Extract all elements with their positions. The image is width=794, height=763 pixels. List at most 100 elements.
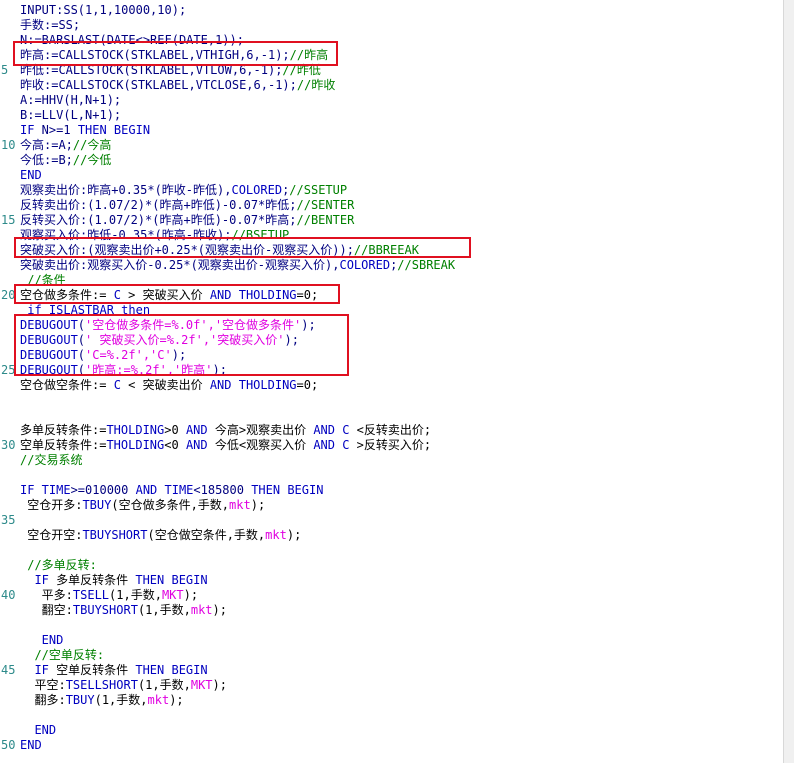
- highlight-box-kongcang-zuoduo: [14, 284, 340, 304]
- code-line[interactable]: 昨收:=CALLSTOCK(STKLABEL,VTCLOSE,6,-1);//昨…: [0, 78, 784, 93]
- code-line[interactable]: IF TIME>=010000 AND TIME<185800 THEN BEG…: [0, 483, 784, 498]
- code-token: mkt: [147, 693, 170, 707]
- code-token: TBUYSHORT: [82, 528, 148, 542]
- code-line[interactable]: 观察卖出价:昨高+0.35*(昨收-昨低),COLORED;//SSETUP: [0, 183, 784, 198]
- code-line[interactable]: 反转卖出价:(1.07/2)*(昨高+昨低)-0.07*昨低;//SENTER: [0, 198, 784, 213]
- code-line[interactable]: [0, 393, 784, 408]
- code-text: 平多:TSELL(1,手数,MKT);: [20, 588, 198, 603]
- code-text: 突破卖出价:观察买入价-0.25*(观察卖出价-观察买入价),COLORED;/…: [20, 258, 455, 273]
- code-line[interactable]: 10 今高:=A;//今高: [0, 138, 784, 153]
- code-token: (1,手数,: [94, 693, 148, 707]
- code-text: END: [20, 633, 64, 648]
- code-editor[interactable]: INPUT:SS(1,1,10000,10); 手数:=SS; N:=BARSLAS…: [0, 0, 784, 763]
- code-line[interactable]: 45 IF 空单反转条件 THEN BEGIN: [0, 663, 784, 678]
- code-token: THOLDING: [106, 423, 165, 437]
- code-token: < 突破卖出价: [120, 378, 210, 392]
- code-token: MKT: [161, 588, 184, 602]
- code-token: >0: [164, 423, 186, 437]
- code-token: 空单反转条件:=: [20, 438, 107, 452]
- code-token: (1,手数,: [137, 603, 191, 617]
- code-token: TBUYSHORT: [72, 603, 138, 617]
- code-token: END: [20, 738, 42, 752]
- code-token: //交易系统: [20, 453, 83, 467]
- code-token: B:=LLV(L,N+1);: [20, 108, 122, 122]
- code-line[interactable]: 40 平多:TSELL(1,手数,MKT);: [0, 588, 784, 603]
- code-line[interactable]: IF N>=1 THEN BEGIN: [0, 123, 784, 138]
- code-token: );: [286, 528, 302, 542]
- code-token: 平空:: [20, 678, 66, 692]
- code-token: mkt: [265, 528, 287, 542]
- code-line[interactable]: [0, 408, 784, 423]
- code-line[interactable]: //空单反转:: [0, 648, 784, 663]
- code-line[interactable]: 空仓做空条件:= C < 突破卖出价 AND THOLDING=0;: [0, 378, 784, 393]
- code-token: 今低<观察买入价: [207, 438, 314, 452]
- code-token: 空仓做空条件:=: [20, 378, 114, 392]
- code-text: IF N>=1 THEN BEGIN: [20, 123, 150, 138]
- code-token: >反转买入价;: [349, 438, 432, 452]
- code-token: 空仓开多:: [20, 498, 83, 512]
- code-token: 今高:=A;: [20, 138, 73, 152]
- code-line[interactable]: 多单反转条件:=THOLDING>0 AND 今高>观察卖出价 AND C <反…: [0, 423, 784, 438]
- code-text: B:=LLV(L,N+1);: [20, 108, 121, 123]
- line-number: 10: [1, 138, 16, 152]
- code-text: 空仓开多:TBUY(空仓做多条件,手数,mkt);: [20, 498, 265, 513]
- code-token: INPUT:SS(1,1,10000,10);: [20, 3, 187, 17]
- code-line[interactable]: //交易系统: [0, 453, 784, 468]
- code-line[interactable]: 今低:=B;//今低: [0, 153, 784, 168]
- code-text: //交易系统: [20, 453, 82, 468]
- code-line[interactable]: END: [0, 633, 784, 648]
- code-token: 翻多:: [20, 693, 66, 707]
- code-token: A:=HHV(H,N+1);: [20, 93, 122, 107]
- code-token: 今高>观察卖出价: [207, 423, 314, 437]
- code-line[interactable]: 空仓开空:TBUYSHORT(空仓做空条件,手数,mkt);: [0, 528, 784, 543]
- code-text: //空单反转:: [20, 648, 104, 663]
- code-token: );: [212, 603, 227, 617]
- code-line[interactable]: A:=HHV(H,N+1);: [0, 93, 784, 108]
- code-line[interactable]: [0, 543, 784, 558]
- code-text: 今高:=A;//今高: [20, 138, 111, 153]
- code-line[interactable]: 翻空:TBUYSHORT(1,手数,mkt);: [0, 603, 784, 618]
- code-line[interactable]: B:=LLV(L,N+1);: [0, 108, 784, 123]
- code-text: END: [20, 168, 42, 183]
- code-line[interactable]: 35: [0, 513, 784, 528]
- code-token: THEN BEGIN: [77, 123, 151, 137]
- code-token: //SSETUP: [289, 183, 348, 197]
- code-text: 观察卖出价:昨高+0.35*(昨收-昨低),COLORED;//SSETUP: [20, 183, 347, 198]
- code-line[interactable]: [0, 618, 784, 633]
- code-line[interactable]: 突破卖出价:观察买入价-0.25*(观察卖出价-观察买入价),COLORED;/…: [0, 258, 784, 273]
- code-line[interactable]: 手数:=SS;: [0, 18, 784, 33]
- code-line[interactable]: [0, 468, 784, 483]
- code-line[interactable]: 空仓开多:TBUY(空仓做多条件,手数,mkt);: [0, 498, 784, 513]
- code-token: //SENTER: [296, 198, 355, 212]
- code-line[interactable]: 30 空单反转条件:=THOLDING<0 AND 今低<观察买入价 AND C …: [0, 438, 784, 453]
- code-token: //空单反转:: [20, 648, 105, 662]
- code-token: //多单反转:: [20, 558, 97, 572]
- code-token: AND C: [313, 423, 350, 437]
- code-line[interactable]: 15 反转买入价:(1.07/2)*(昨高+昨低)-0.07*昨高;//BENTE…: [0, 213, 784, 228]
- code-token: THEN BEGIN: [135, 573, 208, 587]
- code-text: 手数:=SS;: [20, 18, 80, 33]
- code-line[interactable]: 50 END: [0, 738, 784, 753]
- code-line[interactable]: END: [0, 723, 784, 738]
- code-token: MKT: [190, 678, 213, 692]
- code-line[interactable]: END: [0, 168, 784, 183]
- code-token: <0: [164, 438, 186, 452]
- code-line[interactable]: IF 多单反转条件 THEN BEGIN: [0, 573, 784, 588]
- code-token: (1,手数,: [109, 588, 162, 602]
- code-token: );: [250, 498, 266, 512]
- code-token: 今低:=B;: [20, 153, 73, 167]
- code-text: END: [20, 723, 56, 738]
- code-line[interactable]: //多单反转:: [0, 558, 784, 573]
- code-line[interactable]: INPUT:SS(1,1,10000,10);: [0, 3, 784, 18]
- code-token: TSELL: [72, 588, 110, 602]
- code-token: =0;: [296, 378, 319, 392]
- code-line[interactable]: 平空:TSELLSHORT(1,手数,MKT);: [0, 678, 784, 693]
- vertical-scrollbar[interactable]: [783, 0, 794, 763]
- code-line[interactable]: [0, 708, 784, 723]
- line-number: 35: [1, 513, 16, 527]
- code-line[interactable]: 翻多:TBUY(1,手数,mkt);: [0, 693, 784, 708]
- code-token: );: [169, 693, 184, 707]
- code-token: >=010000: [70, 483, 136, 497]
- code-token: //SBREAK: [397, 258, 456, 272]
- code-text: IF 空单反转条件 THEN BEGIN: [20, 663, 207, 678]
